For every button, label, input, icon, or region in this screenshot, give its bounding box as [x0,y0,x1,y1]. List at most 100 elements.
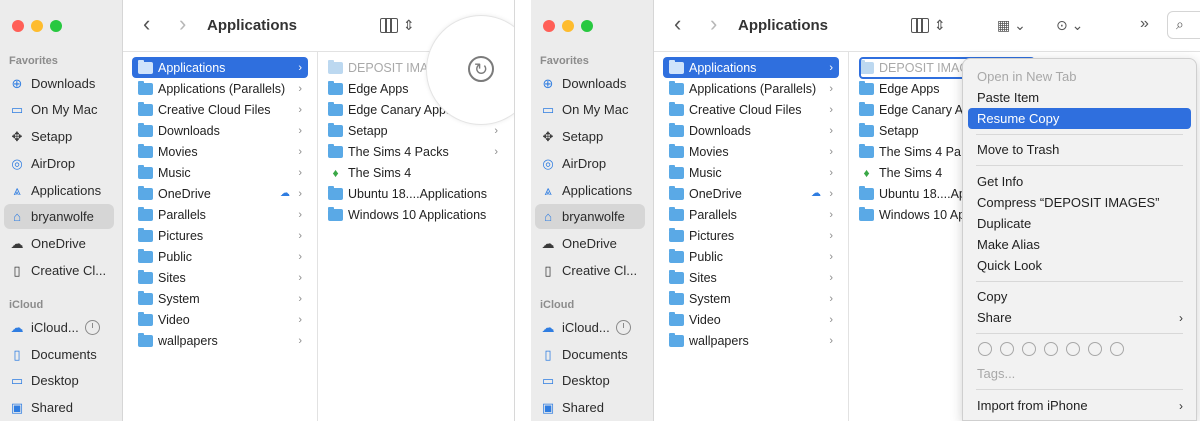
list-item[interactable]: wallpapers › [132,330,308,351]
list-item[interactable]: Public › [663,246,839,267]
list-item[interactable]: Movies › [663,141,839,162]
menu-item-resume-copy[interactable]: Resume Copy [968,108,1191,129]
forward-button[interactable]: › [179,13,186,35]
menu-item-compress[interactable]: Compress “DEPOSIT IMAGES” [968,192,1191,213]
sidebar-item-desktop[interactable]: ▭ Desktop [4,368,114,393]
list-item[interactable]: ♦ The Sims 4 [328,162,411,183]
list-item[interactable]: Movies › [132,141,308,162]
list-item[interactable]: System › [663,288,839,309]
list-item[interactable]: OneDrive ☁ › [132,183,308,204]
sidebar-item-shared[interactable]: ▣ Shared [535,395,645,420]
zoom-window-button[interactable] [50,20,62,32]
list-item[interactable]: System › [132,288,308,309]
list-item[interactable]: The Sims 4 Pa [859,141,961,162]
menu-item-move-to-trash[interactable]: Move to Trash [968,139,1191,160]
list-item[interactable]: Music › [132,162,308,183]
list-item[interactable]: Public › [132,246,308,267]
more-actions-icon[interactable]: ⊙ ⌄ [1056,17,1083,34]
menu-item-share[interactable]: Share › [968,307,1191,328]
sidebar-item-desktop[interactable]: ▭ Desktop [535,368,645,393]
list-item[interactable]: OneDrive ☁ › [663,183,839,204]
sidebar-item-documents[interactable]: ▯ Documents [535,342,645,367]
list-item[interactable]: Video › [132,309,308,330]
sidebar-item-airdrop[interactable]: ◎ AirDrop [535,151,645,176]
list-item[interactable]: Music › [663,162,839,183]
list-item[interactable]: Ubuntu 18....Applications [328,183,487,204]
list-item[interactable]: Creative Cloud Files › [663,99,839,120]
close-window-button[interactable] [12,20,24,32]
sidebar-item-setapp[interactable]: ✥ Setapp [535,124,645,149]
sidebar-item-on-my-mac[interactable]: ▭ On My Mac [4,97,114,122]
list-item[interactable]: Downloads › [132,120,308,141]
sidebar-item-onedrive[interactable]: ☁ OneDrive [4,231,114,256]
list-item[interactable]: The Sims 4 Packs › [328,141,498,162]
sidebar-item-bryanwolfe[interactable]: ⌂ bryanwolfe [535,204,645,229]
tag-circle-icon[interactable] [1000,342,1014,356]
sidebar-item-applications[interactable]: ⩓ Applications [535,178,645,203]
sidebar-item-icloud-drive[interactable]: ☁ iCloud... [535,315,645,340]
list-item[interactable]: Pictures › [132,225,308,246]
tag-circle-icon[interactable] [1022,342,1036,356]
minimize-window-button[interactable] [31,20,43,32]
zoom-window-button[interactable] [581,20,593,32]
view-options-chevron-icon[interactable]: ⇕ [403,17,415,34]
menu-item-open-in-new-tab[interactable]: Open in New Tab [968,66,1191,87]
forward-button[interactable]: › [710,13,717,35]
sidebar-item-onedrive[interactable]: ☁ OneDrive [535,231,645,256]
view-options-chevron-icon[interactable]: ⇕ [934,17,946,34]
column-view-icon[interactable] [380,18,398,33]
sidebar-item-airdrop[interactable]: ◎ AirDrop [4,151,114,176]
sidebar-item-documents[interactable]: ▯ Documents [4,342,114,367]
sidebar-item-on-my-mac[interactable]: ▭ On My Mac [535,97,645,122]
column-view-icon[interactable] [911,18,929,33]
sidebar-item-setapp[interactable]: ✥ Setapp [4,124,114,149]
list-item[interactable]: Applications (Parallels) › [132,78,308,99]
menu-item-quick-look[interactable]: Quick Look [968,255,1191,276]
tag-circle-icon[interactable] [978,342,992,356]
list-item[interactable]: Video › [663,309,839,330]
list-item[interactable]: Windows 10 Ap [859,204,965,225]
list-item[interactable]: Applications › [132,57,308,78]
menu-item-get-info[interactable]: Get Info [968,171,1191,192]
list-item[interactable]: Creative Cloud Files › [132,99,308,120]
sidebar-item-applications[interactable]: ⩓ Applications [4,178,114,203]
sidebar-item-creative-cloud[interactable]: ▯ Creative Cl... [535,258,645,283]
menu-item-import-from-iphone[interactable]: Import from iPhone › [968,395,1191,416]
list-item[interactable]: Pictures › [663,225,839,246]
list-item[interactable]: Setapp [859,120,919,141]
sidebar-item-downloads[interactable]: ⊕ Downloads [535,71,645,96]
list-item[interactable]: Applications (Parallels) › [663,78,839,99]
list-item[interactable]: DEPOSIT IMA [328,57,428,78]
sidebar-item-bryanwolfe[interactable]: ⌂ bryanwolfe [4,204,114,229]
group-by-icon[interactable]: ▦ ⌄ [997,17,1026,34]
menu-item-make-alias[interactable]: Make Alias [968,234,1191,255]
list-item[interactable]: Ubuntu 18....Ap [859,183,966,204]
sidebar-item-downloads[interactable]: ⊕ Downloads [4,71,114,96]
list-item[interactable]: Edge Canary A [859,99,963,120]
sidebar-item-shared[interactable]: ▣ Shared [4,395,114,420]
menu-item-copy[interactable]: Copy [968,286,1191,307]
list-item[interactable]: Applications › [663,57,839,78]
sidebar-item-creative-cloud[interactable]: ▯ Creative Cl... [4,258,114,283]
tag-circle-icon[interactable] [1088,342,1102,356]
list-item[interactable]: wallpapers › [663,330,839,351]
list-item[interactable]: Edge Apps [859,78,939,99]
sidebar-item-icloud-drive[interactable]: ☁ iCloud... [4,315,114,340]
list-item[interactable]: Sites › [132,267,308,288]
list-item[interactable]: Edge Apps [328,78,408,99]
tag-circle-icon[interactable] [1110,342,1124,356]
list-item[interactable]: ♦ The Sims 4 [859,162,942,183]
list-item[interactable]: Sites › [663,267,839,288]
menu-item-duplicate[interactable]: Duplicate [968,213,1191,234]
list-item[interactable]: Edge Canary Apps [328,99,452,120]
tag-circle-icon[interactable] [1066,342,1080,356]
search-icon[interactable]: ⌕ [1167,11,1200,39]
list-item[interactable]: Downloads › [663,120,839,141]
list-item[interactable]: Windows 10 Applications [328,204,486,225]
close-window-button[interactable] [543,20,555,32]
menu-item-paste-item[interactable]: Paste Item [968,87,1191,108]
tag-circle-icon[interactable] [1044,342,1058,356]
list-item[interactable]: Parallels › [132,204,308,225]
list-item[interactable]: Parallels › [663,204,839,225]
minimize-window-button[interactable] [562,20,574,32]
